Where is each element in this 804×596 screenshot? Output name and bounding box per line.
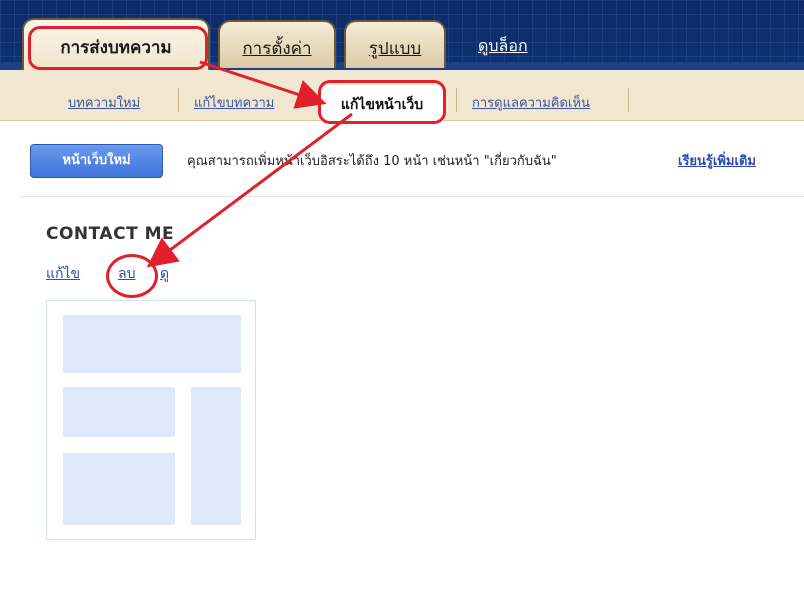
tab-layout-label: รูปแบบ [368, 39, 422, 59]
tab-posting[interactable]: การส่งบทความ [22, 18, 210, 70]
new-page-button[interactable]: หน้าเว็บใหม่ [30, 144, 163, 178]
subnav-divider [178, 88, 179, 112]
subnav-edit-pages[interactable]: แก้ไขหน้าเว็บ [321, 85, 443, 123]
page-thumbnail[interactable] [46, 300, 256, 540]
delete-page-link[interactable]: ลบ [118, 263, 135, 285]
view-page-link[interactable]: ดู [160, 263, 169, 285]
subnav-divider [628, 88, 629, 112]
subnav-edit-posts[interactable]: แก้ไขบทความ [194, 92, 274, 113]
tab-settings-label: การตั้งค่า [242, 39, 312, 59]
thumbnail-sidebar-block [191, 387, 241, 525]
tab-layout[interactable]: รูปแบบ [344, 20, 446, 68]
tab-settings[interactable]: การตั้งค่า [218, 20, 336, 68]
thumbnail-header-block [63, 315, 241, 373]
subnav-divider [456, 88, 457, 112]
thumbnail-footer-block [63, 453, 175, 525]
subnav-moderate-comments[interactable]: การดูแลความคิดเห็น [472, 92, 590, 113]
learn-more-link[interactable]: เรียนรู้เพิ่มเติม [678, 150, 756, 171]
tab-view-blog[interactable]: ดูบล็อก [478, 34, 528, 59]
thumbnail-content-block [63, 387, 175, 437]
subnav-edit-pages-label: แก้ไขหน้าเว็บ [340, 97, 424, 113]
page-limit-info: คุณสามารถเพิ่มหน้าเว็บอิสระได้ถึง 10 หน้… [187, 154, 557, 169]
edit-page-link[interactable]: แก้ไข [46, 263, 80, 285]
page-title: CONTACT ME [46, 224, 175, 244]
arrow-to-delete [146, 112, 353, 268]
subnav-new-post[interactable]: บทความใหม่ [68, 92, 140, 113]
content-divider [20, 196, 804, 197]
tab-posting-label: การส่งบทความ [60, 38, 172, 58]
